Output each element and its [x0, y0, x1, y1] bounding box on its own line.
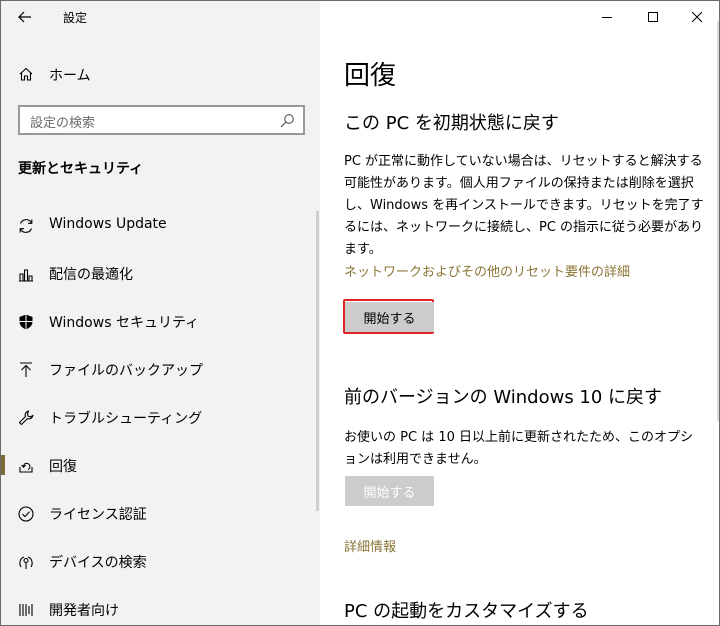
sync-icon	[19, 219, 33, 233]
checkmark-circle-icon	[18, 506, 34, 522]
sidebar-item-label: 回復	[49, 459, 77, 475]
delivery-optimization-icon	[19, 269, 33, 282]
advanced-startup-heading: PC の起動をカスタマイズする	[344, 601, 589, 622]
reset-start-button[interactable]: 開始する	[345, 302, 434, 332]
more-info-link[interactable]: 詳細情報	[344, 536, 396, 555]
content-pane: 回復 この PC を初期状態に戻す PC が正常に動作していない場合は、リセット…	[320, 1, 719, 625]
backup-arrow-icon	[20, 362, 32, 377]
shield-icon	[19, 314, 33, 330]
wrench-icon	[18, 410, 34, 426]
back-arrow-icon	[18, 11, 31, 23]
selected-indicator	[1, 455, 5, 475]
sidebar-item-windows-update[interactable]: Windows Update	[1, 203, 317, 247]
page-title: 回復	[344, 61, 397, 91]
sidebar-item-label: Windows Update	[49, 216, 167, 232]
recovery-icon	[19, 462, 33, 473]
sidebar-item-label: ライセンス認証	[49, 507, 147, 523]
maximize-button[interactable]	[630, 1, 676, 33]
sidebar-scrollbar[interactable]	[316, 211, 319, 511]
app-title: 設定	[63, 11, 88, 25]
content-scrollbar[interactable]	[717, 21, 719, 421]
sidebar-item-activation[interactable]: ライセンス認証	[1, 491, 317, 535]
sidebar-item-label: トラブルシューティング	[49, 411, 203, 427]
home-label: ホーム	[49, 68, 91, 84]
minimize-button[interactable]	[584, 1, 630, 33]
sidebar-item-label: 開発者向け	[49, 603, 119, 619]
rollback-heading: 前のバージョンの Windows 10 に戻す	[344, 387, 663, 408]
close-button[interactable]	[674, 1, 719, 33]
search-placeholder: 設定の検索	[30, 116, 96, 131]
sidebar-item-delivery-optimization[interactable]: 配信の最適化	[1, 251, 317, 295]
reset-requirements-link[interactable]: ネットワークおよびその他のリセット要件の詳細	[344, 261, 630, 280]
sidebar-item-recovery[interactable]: 回復	[1, 443, 317, 487]
sidebar-item-windows-security[interactable]: Windows セキュリティ	[1, 299, 317, 343]
sidebar-item-label: デバイスの検索	[49, 555, 147, 571]
title-bar: 設定	[1, 1, 320, 33]
sidebar-item-label: 配信の最適化	[49, 267, 133, 283]
reset-heading: この PC を初期状態に戻す	[344, 113, 559, 134]
home-icon	[19, 67, 33, 81]
sidebar-item-home[interactable]: ホーム	[1, 58, 320, 90]
reset-description: PC が正常に動作していない場合は、リセットすると解決する可能性があります。個人…	[344, 154, 704, 257]
rollback-description: お使いの PC は 10 日以上前に更新されたため、このオプションは利用できませ…	[344, 430, 693, 467]
sidebar-item-label: ファイルのバックアップ	[49, 363, 203, 379]
close-icon	[691, 11, 703, 23]
section-title: 更新とセキュリティ	[18, 161, 144, 177]
minimize-icon	[602, 17, 612, 18]
find-device-icon	[19, 556, 33, 569]
sidebar: 設定 ホーム 設定の検索 更新とセキュリティ Windows Update 配信…	[1, 1, 320, 625]
rollback-start-button: 開始する	[345, 476, 434, 506]
developer-icon	[19, 604, 33, 616]
sidebar-item-troubleshoot[interactable]: トラブルシューティング	[1, 395, 317, 439]
sidebar-item-label: Windows セキュリティ	[49, 315, 200, 331]
sidebar-item-file-backup[interactable]: ファイルのバックアップ	[1, 347, 317, 391]
back-button[interactable]	[9, 3, 41, 31]
maximize-icon	[648, 12, 658, 22]
sidebar-item-developers[interactable]: 開発者向け	[1, 587, 317, 625]
search-input[interactable]: 設定の検索	[18, 105, 305, 135]
sidebar-item-find-device[interactable]: デバイスの検索	[1, 539, 317, 583]
settings-window: 設定 ホーム 設定の検索 更新とセキュリティ Windows Update 配信…	[0, 0, 720, 626]
search-icon	[280, 114, 294, 128]
